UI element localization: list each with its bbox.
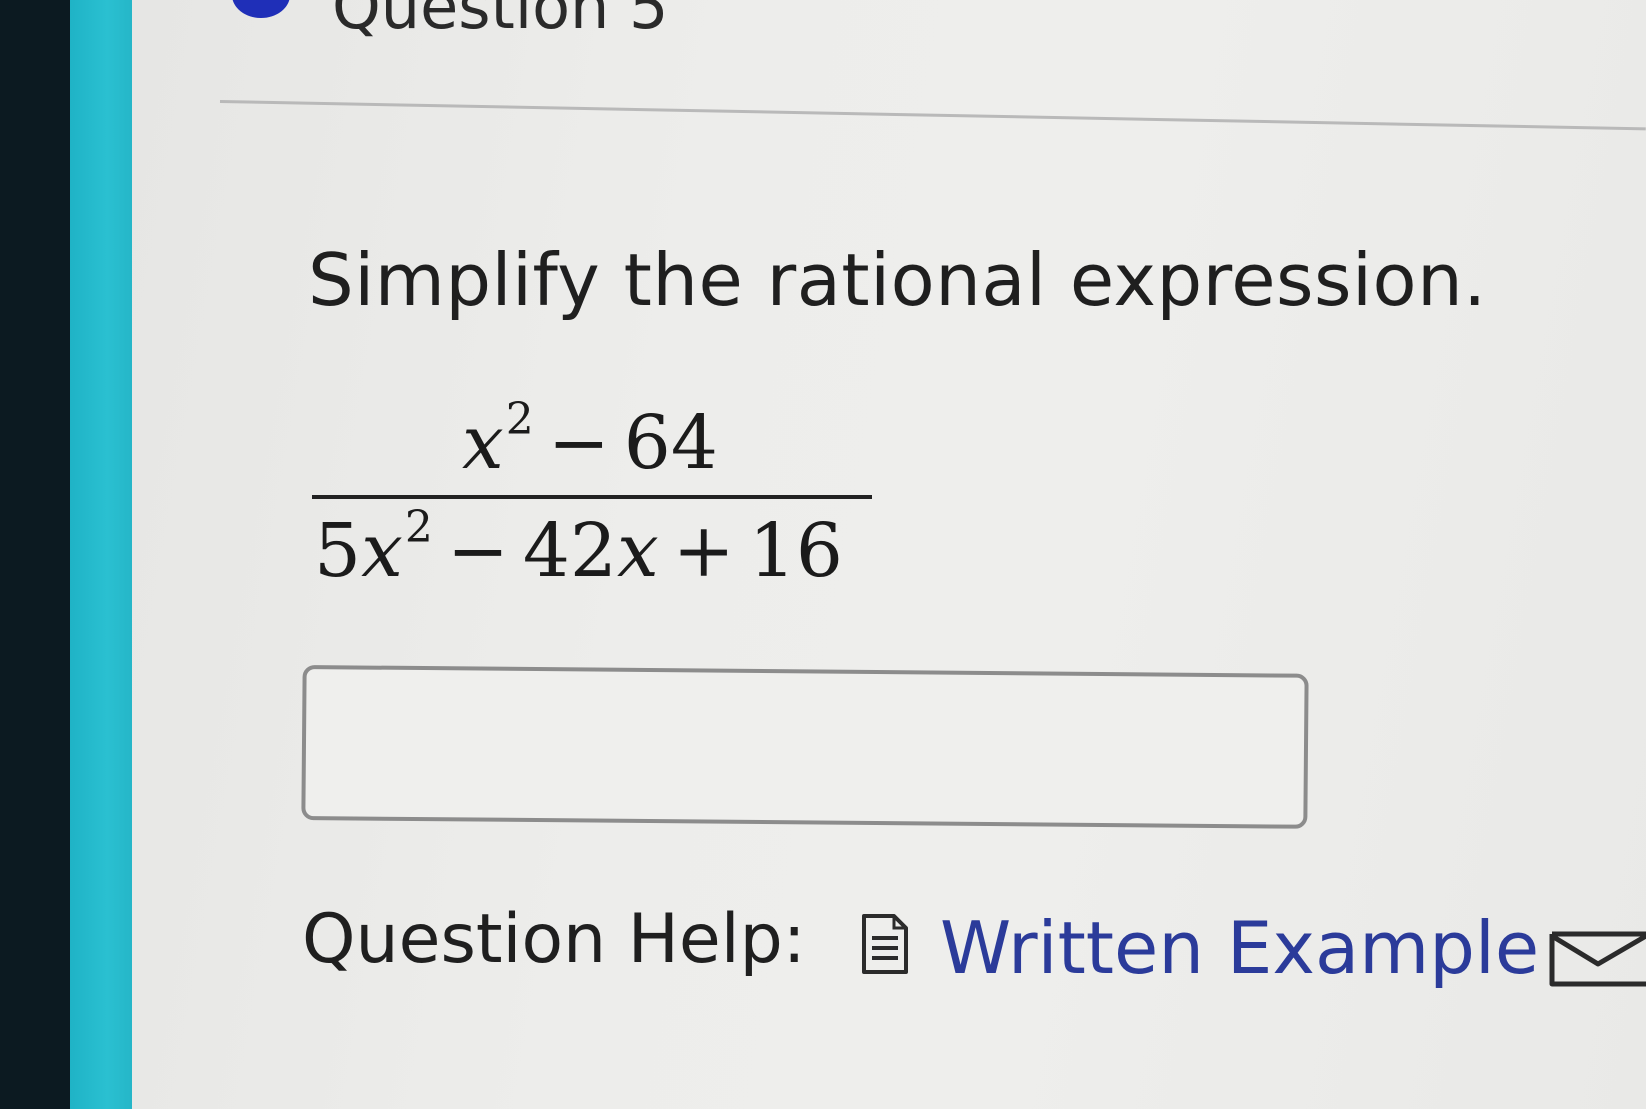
written-example-link[interactable]: Written Example — [940, 906, 1539, 990]
numerator-operator: − — [547, 400, 610, 486]
denominator-operator-2: + — [672, 508, 735, 594]
answer-input[interactable] — [301, 665, 1309, 829]
denominator-constant: 16 — [748, 508, 843, 594]
question-prompt: Simplify the rational expression. — [308, 238, 1487, 322]
denominator-exponent: 2 — [404, 502, 433, 553]
question-status-dot — [232, 0, 290, 18]
screen: Question 5 Simplify the rational express… — [0, 0, 1646, 1109]
numerator: x2−64 — [462, 394, 718, 486]
denominator-coefficient-2: 42 — [522, 508, 618, 594]
denominator: 5x2−42x +16 — [314, 502, 843, 594]
question-help-label: Question Help: — [302, 900, 806, 979]
denominator-coefficient-1: 5 — [314, 508, 362, 594]
denominator-variable-2: x — [617, 508, 659, 594]
heading-divider — [219, 100, 1646, 131]
fraction-bar — [312, 495, 872, 499]
document-icon[interactable] — [860, 912, 910, 976]
mail-icon[interactable] — [1546, 928, 1646, 988]
denominator-operator-1: − — [446, 508, 509, 594]
denominator-variable-1: x — [361, 508, 403, 594]
question-panel: Question 5 Simplify the rational express… — [132, 0, 1646, 1109]
numerator-constant: 64 — [623, 400, 718, 486]
question-help: Question Help: Written Example — [302, 900, 1646, 990]
numerator-variable: x — [462, 400, 504, 486]
dark-edge — [0, 0, 70, 1109]
question-heading: Question 5 — [332, 0, 669, 43]
numerator-exponent: 2 — [505, 394, 534, 445]
accent-sidebar — [70, 0, 132, 1109]
